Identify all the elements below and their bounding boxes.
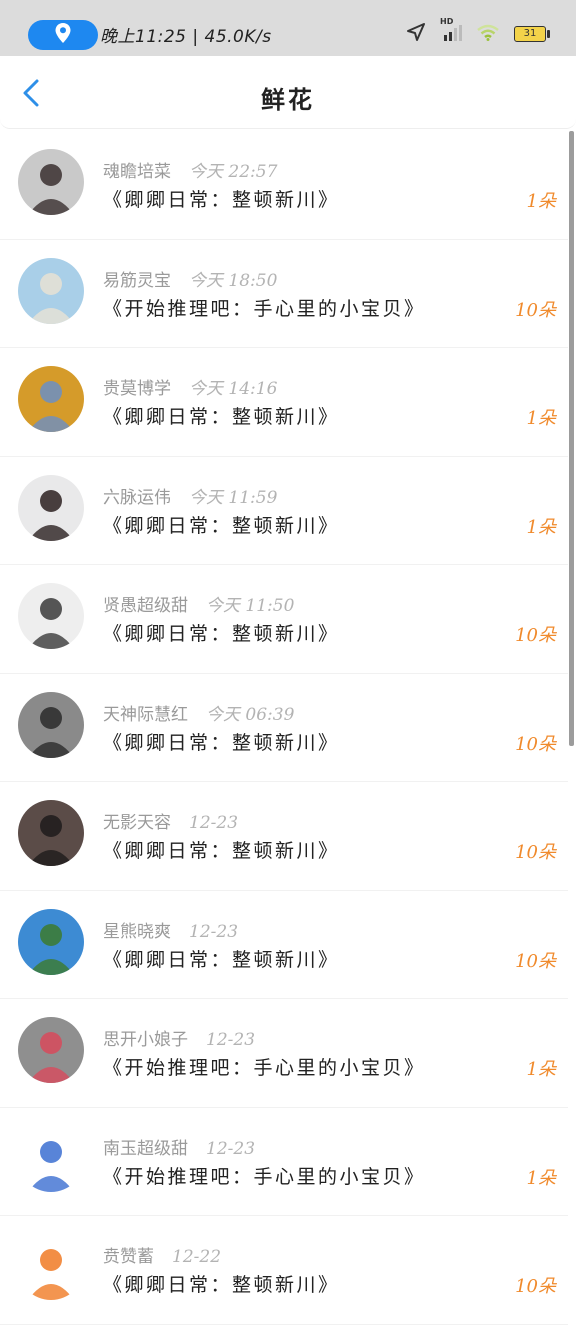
- book-title: 《开始推理吧：手心里的小宝贝》: [103, 1057, 426, 1079]
- sender-line: 六脉运伟 今天 11:59: [103, 483, 277, 508]
- book-title: 《开始推理吧：手心里的小宝贝》: [103, 1165, 426, 1188]
- sender-name: 魂瞻培菜: [103, 162, 171, 182]
- avatar[interactable]: [18, 800, 84, 866]
- flower-count: 10朵: [515, 950, 556, 972]
- flower-count: 10朵: [515, 733, 556, 755]
- sender-name: 南玉超级甜: [103, 1138, 188, 1159]
- book-title: 《卿卿日常：整顿新川》: [103, 406, 340, 428]
- list-item[interactable]: 无影天容 12-23 《卿卿日常：整顿新川》 10朵: [0, 782, 568, 891]
- gift-time: 今天 11:50: [206, 596, 295, 616]
- signal-icon: HD: [440, 17, 462, 45]
- list-item[interactable]: 贵莫博学 今天 14:16 《卿卿日常：整顿新川》 1朵: [0, 348, 568, 457]
- sender-line: 天神际慧红 今天 06:39: [103, 700, 294, 725]
- hd-label: HD: [440, 17, 454, 26]
- list-item[interactable]: 易筋灵宝 今天 18:50 《开始推理吧：手心里的小宝贝》 10朵: [0, 240, 568, 348]
- gift-time: 今天 06:39: [206, 704, 295, 725]
- book-title: 《卿卿日常：整顿新川》: [103, 514, 340, 537]
- avatar[interactable]: [18, 691, 84, 758]
- avatar[interactable]: [18, 149, 84, 215]
- battery-icon: 31: [514, 26, 550, 42]
- gift-time: 12-23: [206, 1030, 256, 1050]
- sender-name: 易筋灵宝: [103, 270, 171, 291]
- book-title: 《开始推理吧：手心里的小宝贝》: [103, 297, 426, 320]
- book-title: 《卿卿日常：整顿新川》: [103, 948, 340, 971]
- flower-count: 1朵: [526, 191, 556, 212]
- header: 鲜花: [0, 56, 576, 129]
- avatar[interactable]: [18, 1234, 84, 1300]
- location-indicator[interactable]: [28, 20, 98, 50]
- sender-line: 星熊晓爽 12-23: [103, 917, 238, 942]
- wifi-icon: [476, 23, 500, 45]
- list-item[interactable]: 贲赞蓄 12-22 《卿卿日常：整顿新川》 10朵: [0, 1216, 568, 1325]
- gift-time: 今天 14:16: [189, 379, 278, 399]
- avatar[interactable]: [18, 583, 84, 649]
- flower-count: 10朵: [515, 625, 556, 646]
- sender-line: 思开小娘子 12-23: [103, 1025, 255, 1050]
- book-title: 《卿卿日常：整顿新川》: [103, 623, 340, 645]
- status-bar: 晚上11:25 | 45.0K/s HD 31: [0, 0, 576, 56]
- avatar[interactable]: [18, 1125, 84, 1192]
- flower-count: 10朵: [515, 1276, 556, 1297]
- location-pin-icon: [54, 22, 72, 48]
- sender-name: 贲赞蓄: [103, 1247, 154, 1267]
- list-item[interactable]: 南玉超级甜 12-23 《开始推理吧：手心里的小宝贝》 1朵: [0, 1108, 568, 1216]
- book-title: 《卿卿日常：整顿新川》: [103, 731, 340, 754]
- book-title: 《卿卿日常：整顿新川》: [103, 1274, 340, 1296]
- book-title: 《卿卿日常：整顿新川》: [103, 189, 340, 211]
- gift-time: 今天 22:57: [189, 162, 278, 182]
- flower-gift-list: 魂瞻培菜 今天 22:57 《卿卿日常：整顿新川》 1朵 易筋灵宝 今天 18:50 《开始…: [0, 131, 568, 1325]
- status-time-speed: 晚上11:25 | 45.0K/s: [100, 27, 272, 47]
- avatar[interactable]: [18, 366, 84, 432]
- gift-time: 今天 18:50: [189, 270, 278, 291]
- list-item[interactable]: 六脉运伟 今天 11:59 《卿卿日常：整顿新川》 1朵: [0, 457, 568, 565]
- flower-count: 10朵: [515, 299, 556, 321]
- gift-time: 今天 11:59: [189, 487, 278, 508]
- list-item[interactable]: 思开小娘子 12-23 《开始推理吧：手心里的小宝贝》 1朵: [0, 999, 568, 1108]
- book-title: 《卿卿日常：整顿新川》: [103, 840, 340, 862]
- avatar[interactable]: [18, 908, 84, 975]
- gift-time: 12-23: [189, 813, 239, 833]
- sender-name: 贵莫博学: [103, 379, 171, 399]
- sender-name: 六脉运伟: [103, 487, 171, 508]
- avatar[interactable]: [18, 474, 84, 541]
- sender-line: 贵莫博学 今天 14:16: [103, 374, 277, 399]
- sender-name: 无影天容: [103, 813, 171, 833]
- sender-line: 无影天容 12-23: [103, 808, 238, 833]
- flower-count: 1朵: [526, 408, 556, 429]
- list-item[interactable]: 贤愚超级甜 今天 11:50 《卿卿日常：整顿新川》 10朵: [0, 565, 568, 674]
- sender-line: 南玉超级甜 12-23: [103, 1134, 255, 1159]
- sender-line: 易筋灵宝 今天 18:50: [103, 266, 277, 291]
- gift-time: 12-23: [189, 921, 239, 942]
- list-item[interactable]: 天神际慧红 今天 06:39 《卿卿日常：整顿新川》 10朵: [0, 674, 568, 782]
- gift-time: 12-22: [172, 1247, 222, 1267]
- sender-name: 思开小娘子: [103, 1030, 188, 1050]
- flower-count: 1朵: [526, 1167, 556, 1189]
- navigation-arrow-icon: [406, 22, 426, 46]
- avatar[interactable]: [18, 257, 84, 324]
- sender-name: 贤愚超级甜: [103, 596, 188, 616]
- scrollbar[interactable]: [569, 131, 574, 746]
- gift-time: 12-23: [206, 1138, 256, 1159]
- sender-line: 魂瞻培菜 今天 22:57: [103, 157, 277, 182]
- page-title: 鲜花: [261, 85, 315, 114]
- flower-count: 1朵: [526, 1059, 556, 1080]
- sender-line: 贤愚超级甜 今天 11:50: [103, 591, 294, 616]
- sender-name: 天神际慧红: [103, 704, 188, 725]
- avatar[interactable]: [18, 1017, 84, 1083]
- sender-name: 星熊晓爽: [103, 921, 171, 942]
- list-item[interactable]: 魂瞻培菜 今天 22:57 《卿卿日常：整顿新川》 1朵: [0, 131, 568, 240]
- list-item[interactable]: 星熊晓爽 12-23 《卿卿日常：整顿新川》 10朵: [0, 891, 568, 999]
- flower-count: 1朵: [526, 516, 556, 538]
- sender-line: 贲赞蓄 12-22: [103, 1242, 221, 1267]
- flower-count: 10朵: [515, 842, 556, 863]
